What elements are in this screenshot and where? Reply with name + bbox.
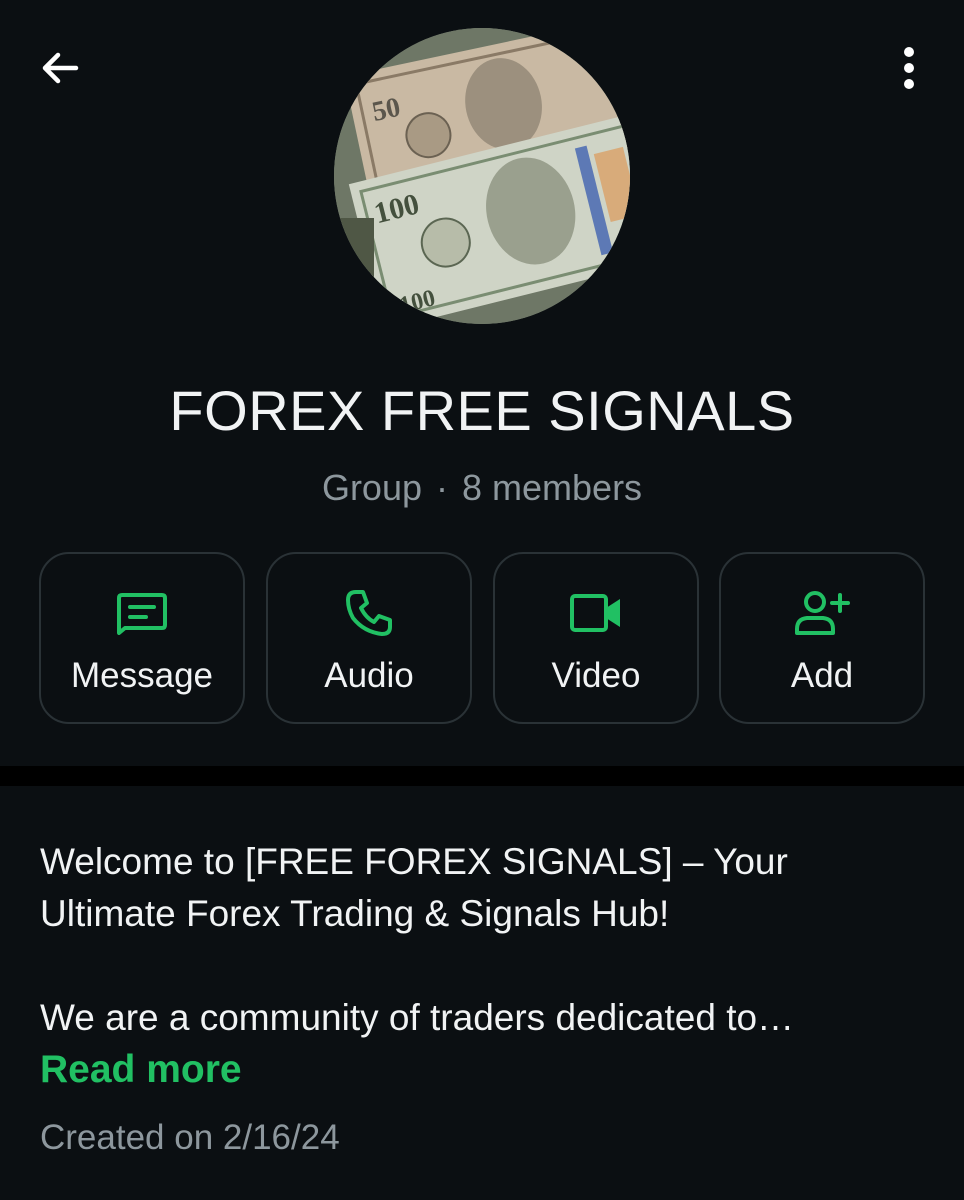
more-options-button[interactable] — [880, 38, 938, 98]
money-photo-image: 50 100 100 — [334, 28, 630, 324]
description-section: Welcome to [FREE FOREX SIGNALS] – Your U… — [0, 786, 964, 1200]
audio-button-label: Audio — [324, 656, 414, 695]
add-button-label: Add — [790, 656, 854, 695]
group-title: FOREX FREE SIGNALS — [169, 379, 795, 442]
group-info-screen: 50 100 100 FOREX FREE SIGNALS Group · 8 me… — [0, 0, 964, 1200]
section-divider — [0, 766, 964, 786]
arrow-left-icon — [42, 52, 79, 84]
created-date: Created on 2/16/24 — [40, 1118, 340, 1157]
add-member-button[interactable]: Add — [719, 552, 925, 724]
more-vertical-icon — [904, 47, 914, 89]
group-type: Group — [321, 467, 422, 508]
description-body: We are a community of traders dedicated … — [40, 997, 795, 1038]
add-person-icon — [795, 591, 850, 635]
description-intro: Welcome to [FREE FOREX SIGNALS] – Your U… — [40, 841, 788, 934]
action-buttons-row: Message Audio Video Add — [39, 552, 925, 726]
message-button-label: Message — [70, 656, 214, 695]
message-icon — [117, 593, 167, 635]
separator-dot: · — [436, 467, 448, 508]
audio-call-button[interactable]: Audio — [266, 552, 472, 724]
group-description: Welcome to [FREE FOREX SIGNALS] – Your U… — [40, 836, 920, 1096]
group-subtitle: Group · 8 members — [0, 466, 964, 510]
message-button[interactable]: Message — [39, 552, 245, 724]
video-call-button[interactable]: Video — [493, 552, 699, 724]
member-count[interactable]: 8 members — [462, 467, 642, 508]
back-button[interactable] — [30, 38, 90, 98]
group-header-section: 50 100 100 FOREX FREE SIGNALS Group · 8 me… — [0, 0, 964, 766]
group-avatar[interactable]: 50 100 100 — [334, 28, 630, 324]
phone-icon — [346, 590, 392, 636]
video-camera-icon — [570, 594, 620, 632]
video-button-label: Video — [551, 656, 641, 695]
read-more-link[interactable]: Read more — [40, 1044, 242, 1096]
